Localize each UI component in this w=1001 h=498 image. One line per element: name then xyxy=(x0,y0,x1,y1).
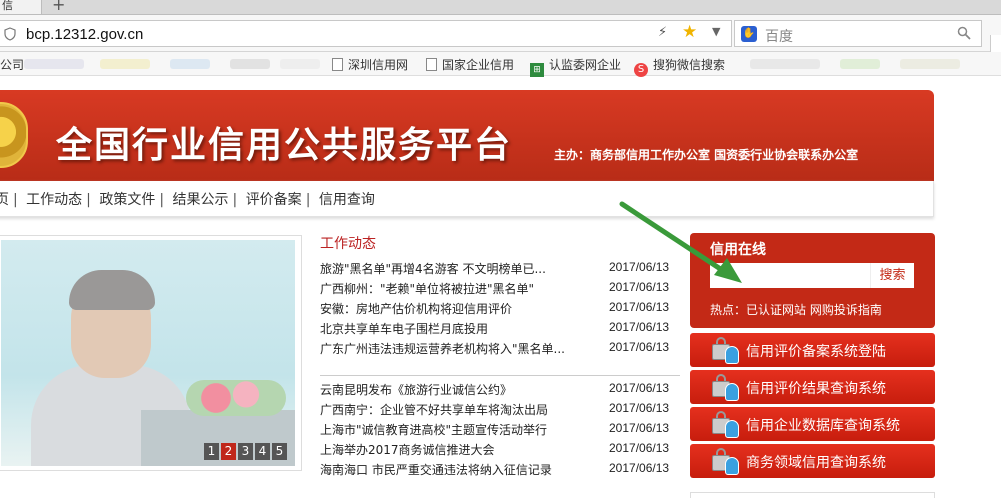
news-list-primary: 工作动态 旅游"黑名单"再增4名游客 不文明榜单已... 2017/06/13 广… xyxy=(320,233,680,358)
news-item[interactable]: 广西南宁：企业管不好共享单车将淘汰出局 2017/06/13 xyxy=(320,399,680,419)
credit-online-title: 信用在线 xyxy=(710,242,766,258)
bookmark-item[interactable]: ⊞ 认监委网企业 xyxy=(530,56,621,77)
slide-page-button[interactable]: 5 xyxy=(272,443,287,460)
site-banner: 全国行业信用公共服务平台 主办：商务部信用工作办公室 国资委行业协会联系办公室 xyxy=(0,90,934,181)
chevron-down-icon[interactable]: ▼ xyxy=(712,25,720,38)
page-icon xyxy=(426,58,437,71)
bookmark-item[interactable]: S 搜狗微信搜索 xyxy=(634,56,725,77)
slideshow-photo[interactable]: 1 2 3 4 5 xyxy=(1,240,295,466)
baidu-paw-icon: ✋ xyxy=(741,26,757,42)
shield-icon xyxy=(4,27,16,44)
bookmark-item[interactable]: 国家企业信用 xyxy=(426,56,514,73)
slide-page-button[interactable]: 3 xyxy=(238,443,253,460)
blurred-bookmark xyxy=(840,59,880,69)
system-button-label: 商务领域信用查询系统 xyxy=(746,455,886,471)
search-input[interactable]: 百度 xyxy=(765,26,793,46)
photo-slideshow[interactable]: 1 2 3 4 5 xyxy=(0,235,302,471)
nav-item-work-news[interactable]: 工作动态 xyxy=(26,192,82,208)
site-icon: ⊞ xyxy=(530,63,544,77)
tab-strip: 信 + xyxy=(0,0,1001,15)
system-button-label: 信用评价备案系统登陆 xyxy=(746,344,886,360)
search-icon[interactable] xyxy=(957,26,971,43)
bookmark-label: 认监委网企业 xyxy=(549,58,622,72)
bookmark-label: 搜狗微信搜索 xyxy=(653,58,726,72)
sponsor-text: 主办：商务部信用工作办公室 国资委行业协会联系办公室 xyxy=(554,148,859,162)
blurred-bookmark xyxy=(280,59,320,69)
page-icon xyxy=(332,58,343,71)
blurred-bookmark xyxy=(24,59,84,69)
main-nav: 页 | 工作动态 | 政策文件 | 结果公示 | 评价备案 | 信用查询 xyxy=(0,181,934,217)
slide-page-button[interactable]: 4 xyxy=(255,443,270,460)
lock-user-icon xyxy=(712,336,740,364)
national-emblem-logo xyxy=(0,102,28,168)
nav-item-rating-filing[interactable]: 评价备案 xyxy=(246,192,302,208)
blurred-bookmark xyxy=(230,59,270,69)
news-item[interactable]: 安徽：房地产估价机构将迎信用评价 2017/06/13 xyxy=(320,298,680,318)
blurred-bookmark xyxy=(900,59,960,69)
system-button-rating-results[interactable]: 信用评价结果查询系统 xyxy=(690,370,935,404)
news-item[interactable]: 北京共享单车电子围栏月底投用 2017/06/13 xyxy=(320,318,680,338)
nav-item-credit-query[interactable]: 信用查询 xyxy=(319,192,375,208)
web-page: 全国行业信用公共服务平台 主办：商务部信用工作办公室 国资委行业协会联系办公室 … xyxy=(0,77,1001,498)
system-button-rating-filing-login[interactable]: 信用评价备案系统登陆 xyxy=(690,333,935,367)
news-item[interactable]: 旅游"黑名单"再增4名游客 不文明榜单已... 2017/06/13 xyxy=(320,258,680,278)
news-item[interactable]: 广西柳州："老赖"单位将被拉进"黑名单" 2017/06/13 xyxy=(320,278,680,298)
lock-user-icon xyxy=(712,447,740,475)
slide-page-button[interactable]: 1 xyxy=(204,443,219,460)
lock-user-icon xyxy=(712,410,740,438)
sogou-icon: S xyxy=(634,63,648,77)
new-tab-button[interactable]: + xyxy=(52,0,65,13)
hot-links[interactable]: 热点：已认证网站 网购投诉指南 xyxy=(710,301,882,318)
blurred-bookmark xyxy=(100,59,150,69)
news-list-secondary: 云南昆明发布《旅游行业诚信公约》 2017/06/13 广西南宁：企业管不好共享单… xyxy=(320,375,680,479)
slideshow-pager: 1 2 3 4 5 xyxy=(204,443,287,460)
news-item[interactable]: 上海举办2017商务诚信推进大会 2017/06/13 xyxy=(320,439,680,459)
tab-label: 信 xyxy=(2,0,13,12)
browser-toolbar: bcp.12312.gov.cn ⚡ ★ ▼ ✋ 百度 xyxy=(0,15,1001,65)
bookmark-item[interactable]: 深圳信用网 xyxy=(332,56,408,73)
news-section-title[interactable]: 工作动态 xyxy=(320,233,680,253)
lower-panel xyxy=(690,492,935,498)
nav-item-home[interactable]: 页 xyxy=(0,192,9,208)
news-item[interactable]: 上海市"诚信教育进高校"主题宣传活动举行 2017/06/13 xyxy=(320,419,680,439)
bookmark-item[interactable]: 公司 xyxy=(0,56,24,73)
news-item[interactable]: 海南海口 市民严重交通违法将纳入征信记录 2017/06/13 xyxy=(320,459,680,479)
slide-page-button-active[interactable]: 2 xyxy=(221,443,236,460)
system-button-label: 信用评价结果查询系统 xyxy=(746,381,886,397)
credit-search-input[interactable] xyxy=(710,263,870,288)
browser-tab[interactable]: 信 xyxy=(0,0,42,14)
site-title: 全国行业信用公共服务平台 xyxy=(56,125,513,166)
credit-search-button[interactable]: 搜索 xyxy=(870,263,914,288)
nav-item-results[interactable]: 结果公示 xyxy=(173,192,229,208)
nav-item-policy[interactable]: 政策文件 xyxy=(99,192,155,208)
bookmark-label: 深圳信用网 xyxy=(348,58,409,72)
system-button-commerce-credit[interactable]: 商务领域信用查询系统 xyxy=(690,444,935,478)
bookmark-label: 国家企业信用 xyxy=(442,58,515,72)
lock-user-icon xyxy=(712,373,740,401)
lightning-icon[interactable]: ⚡ xyxy=(658,25,667,40)
system-button-label: 信用企业数据库查询系统 xyxy=(746,418,900,434)
star-icon[interactable]: ★ xyxy=(682,22,697,42)
blurred-bookmark xyxy=(170,59,210,69)
blurred-bookmark xyxy=(750,59,820,69)
system-button-enterprise-db[interactable]: 信用企业数据库查询系统 xyxy=(690,407,935,441)
news-item[interactable]: 云南昆明发布《旅游行业诚信公约》 2017/06/13 xyxy=(320,379,680,399)
bookmarks-bar: 公司 深圳信用网 国家企业信用 ⊞ 认监委网企业 S 搜狗微信搜索 xyxy=(0,52,1001,77)
address-bar[interactable]: bcp.12312.gov.cn ⚡ ★ ▼ xyxy=(0,20,732,47)
search-box[interactable]: ✋ 百度 xyxy=(734,20,982,47)
url-text: bcp.12312.gov.cn xyxy=(26,26,144,43)
divider xyxy=(320,375,680,376)
news-item[interactable]: 广东广州违法违规运营养老机构将入"黑名单... 2017/06/13 xyxy=(320,338,680,358)
credit-online-panel: 信用在线 搜索 热点：已认证网站 网购投诉指南 xyxy=(690,233,935,328)
